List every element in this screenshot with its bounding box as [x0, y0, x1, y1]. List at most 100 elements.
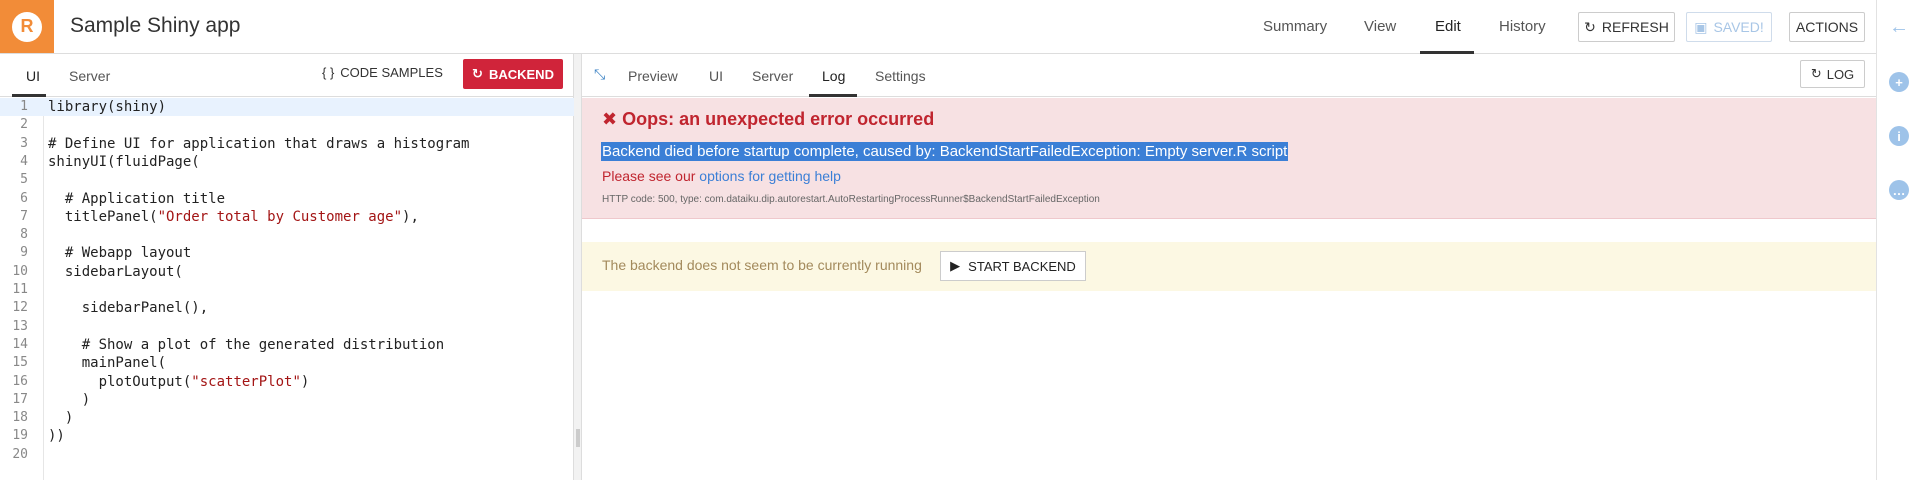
code-samples-button[interactable]: { } CODE SAMPLES [322, 65, 443, 80]
help-prefix: Please see our [602, 168, 700, 184]
refresh-button[interactable]: ↻ REFRESH [1578, 12, 1675, 42]
code-line[interactable]: 15 mainPanel( [0, 354, 574, 372]
nav-summary[interactable]: Summary [1263, 18, 1327, 35]
line-number: 10 [12, 263, 28, 279]
expand-icon[interactable]: ⤡ [594, 66, 605, 83]
code-line[interactable]: 19)) [0, 427, 574, 445]
code-text: ) [48, 391, 91, 408]
nav-view[interactable]: View [1364, 18, 1396, 35]
code-text: titlePanel("Order total by Customer age"… [48, 208, 419, 225]
discussion-icon[interactable]: … [1889, 180, 1909, 200]
code-line[interactable]: 14 # Show a plot of the generated distri… [0, 336, 574, 354]
code-text: library(shiny) [48, 99, 167, 115]
line-number: 9 [20, 245, 28, 261]
refresh-label: REFRESH [1601, 19, 1669, 35]
log-label: LOG [1826, 66, 1855, 82]
code-line[interactable]: 17 ) [0, 391, 574, 409]
line-number: 20 [12, 446, 28, 462]
code-line[interactable]: 2 [0, 116, 574, 134]
tab-server[interactable]: Server [69, 68, 110, 84]
code-string: "scatterPlot" [191, 373, 301, 390]
top-header: R Sample Shiny app Summary View Edit His… [0, 0, 1876, 54]
actions-button[interactable]: ACTIONS [1789, 12, 1865, 42]
tab-ui[interactable]: UI [709, 68, 723, 84]
splitter-handle[interactable] [576, 429, 580, 447]
braces-icon: { } [322, 65, 335, 80]
error-alert: ✖ Oops: an unexpected error occurred Bac… [582, 98, 1876, 219]
code-line[interactable]: 7 titlePanel("Order total by Customer ag… [0, 208, 574, 226]
log-button[interactable]: ↻ LOG [1800, 60, 1865, 88]
error-title-text: Oops: an unexpected error occurred [622, 109, 935, 129]
start-backend-label: START BACKEND [968, 258, 1076, 274]
tab-settings[interactable]: Settings [875, 68, 926, 84]
nav-history[interactable]: History [1499, 18, 1546, 35]
code-text: plotOutput("scatterPlot") [48, 373, 310, 390]
tab-preview[interactable]: Preview [628, 68, 678, 84]
code-string: "Order total by Customer age" [157, 208, 403, 225]
line-number: 7 [20, 208, 28, 224]
code-editor-pane: UI Server { } CODE SAMPLES ↻ BACKEND 1 li… [0, 54, 574, 480]
refresh-icon: ↻ [1584, 18, 1596, 35]
add-icon[interactable]: + [1889, 72, 1909, 92]
error-title: ✖ Oops: an unexpected error occurred [602, 109, 934, 130]
code-line[interactable]: 13 [0, 318, 574, 336]
code-line[interactable]: 3 # Define UI for application that draws … [0, 135, 574, 153]
code-line[interactable]: 20 [0, 446, 574, 464]
line-number: 8 [20, 227, 28, 243]
code-line[interactable]: 4 shinyUI(fluidPage( [0, 153, 574, 171]
tab-log[interactable]: Log [822, 68, 845, 84]
line-number: 4 [20, 153, 28, 169]
code-text: # Application title [48, 190, 226, 207]
line-number: 6 [20, 190, 28, 206]
tab-active-indicator [12, 94, 46, 97]
backend-label: BACKEND [488, 66, 554, 82]
line-number: 1 [20, 99, 28, 114]
code-samples-label: CODE SAMPLES [340, 65, 443, 80]
code-line[interactable]: 18 ) [0, 409, 574, 427]
code-line[interactable]: 5 [0, 171, 574, 189]
code-editor[interactable]: 1 library(shiny) 2 3 # Define UI for applica… [0, 98, 574, 480]
code-line[interactable]: 9 # Webapp layout [0, 244, 574, 262]
code-text: )) [48, 428, 65, 445]
line-number: 18 [12, 410, 28, 426]
line-number: 17 [12, 391, 28, 407]
code-text: shinyUI(fluidPage( [48, 153, 200, 170]
refresh-icon: ↻ [472, 66, 483, 81]
tab-server[interactable]: Server [752, 68, 793, 84]
saved-button[interactable]: ▣ SAVED! [1686, 12, 1772, 42]
line-number: 16 [12, 373, 28, 389]
code-text: # Webapp layout [48, 245, 192, 262]
code-line[interactable]: 16 plotOutput("scatterPlot") [0, 373, 574, 391]
line-number: 15 [12, 355, 28, 371]
pane-splitter[interactable] [574, 54, 582, 480]
line-number: 13 [12, 318, 28, 334]
start-backend-button[interactable]: ▶ START BACKEND [940, 251, 1086, 281]
code-line[interactable]: 10 sidebarLayout( [0, 263, 574, 281]
code-text: mainPanel( [48, 355, 167, 372]
editor-tabs: UI Server { } CODE SAMPLES ↻ BACKEND [0, 54, 574, 97]
save-icon: ▣ [1694, 18, 1708, 35]
app-logo[interactable]: R [0, 0, 54, 53]
code-line[interactable]: 8 [0, 226, 574, 244]
info-icon[interactable]: i [1889, 126, 1909, 146]
code-text: # Define UI for application that draws a… [48, 135, 470, 152]
code-line[interactable]: 1 library(shiny) [0, 98, 574, 117]
back-arrow-icon[interactable]: ← [1889, 16, 1909, 39]
error-help: Please see our options for getting help [602, 168, 841, 184]
line-number: 19 [12, 428, 28, 444]
line-number: 12 [12, 300, 28, 316]
nav-edit[interactable]: Edit [1435, 18, 1461, 35]
tab-active-indicator [809, 94, 857, 97]
code-line[interactable]: 11 [0, 281, 574, 299]
code-line[interactable]: 6 # Application title [0, 190, 574, 208]
backend-button[interactable]: ↻ BACKEND [463, 59, 563, 89]
line-number: 5 [20, 172, 28, 188]
play-icon: ▶ [950, 258, 961, 273]
code-line[interactable]: 12 sidebarPanel(), [0, 299, 574, 317]
help-link[interactable]: options for getting help [699, 168, 841, 184]
code-text: # Show a plot of the generated distribut… [48, 336, 445, 353]
line-number: 3 [20, 135, 28, 151]
tab-ui[interactable]: UI [26, 68, 40, 84]
error-message: Backend died before startup complete, ca… [601, 142, 1289, 161]
preview-tabs: ⤡ Preview UI Server Log Settings ↻ LOG [582, 54, 1876, 97]
